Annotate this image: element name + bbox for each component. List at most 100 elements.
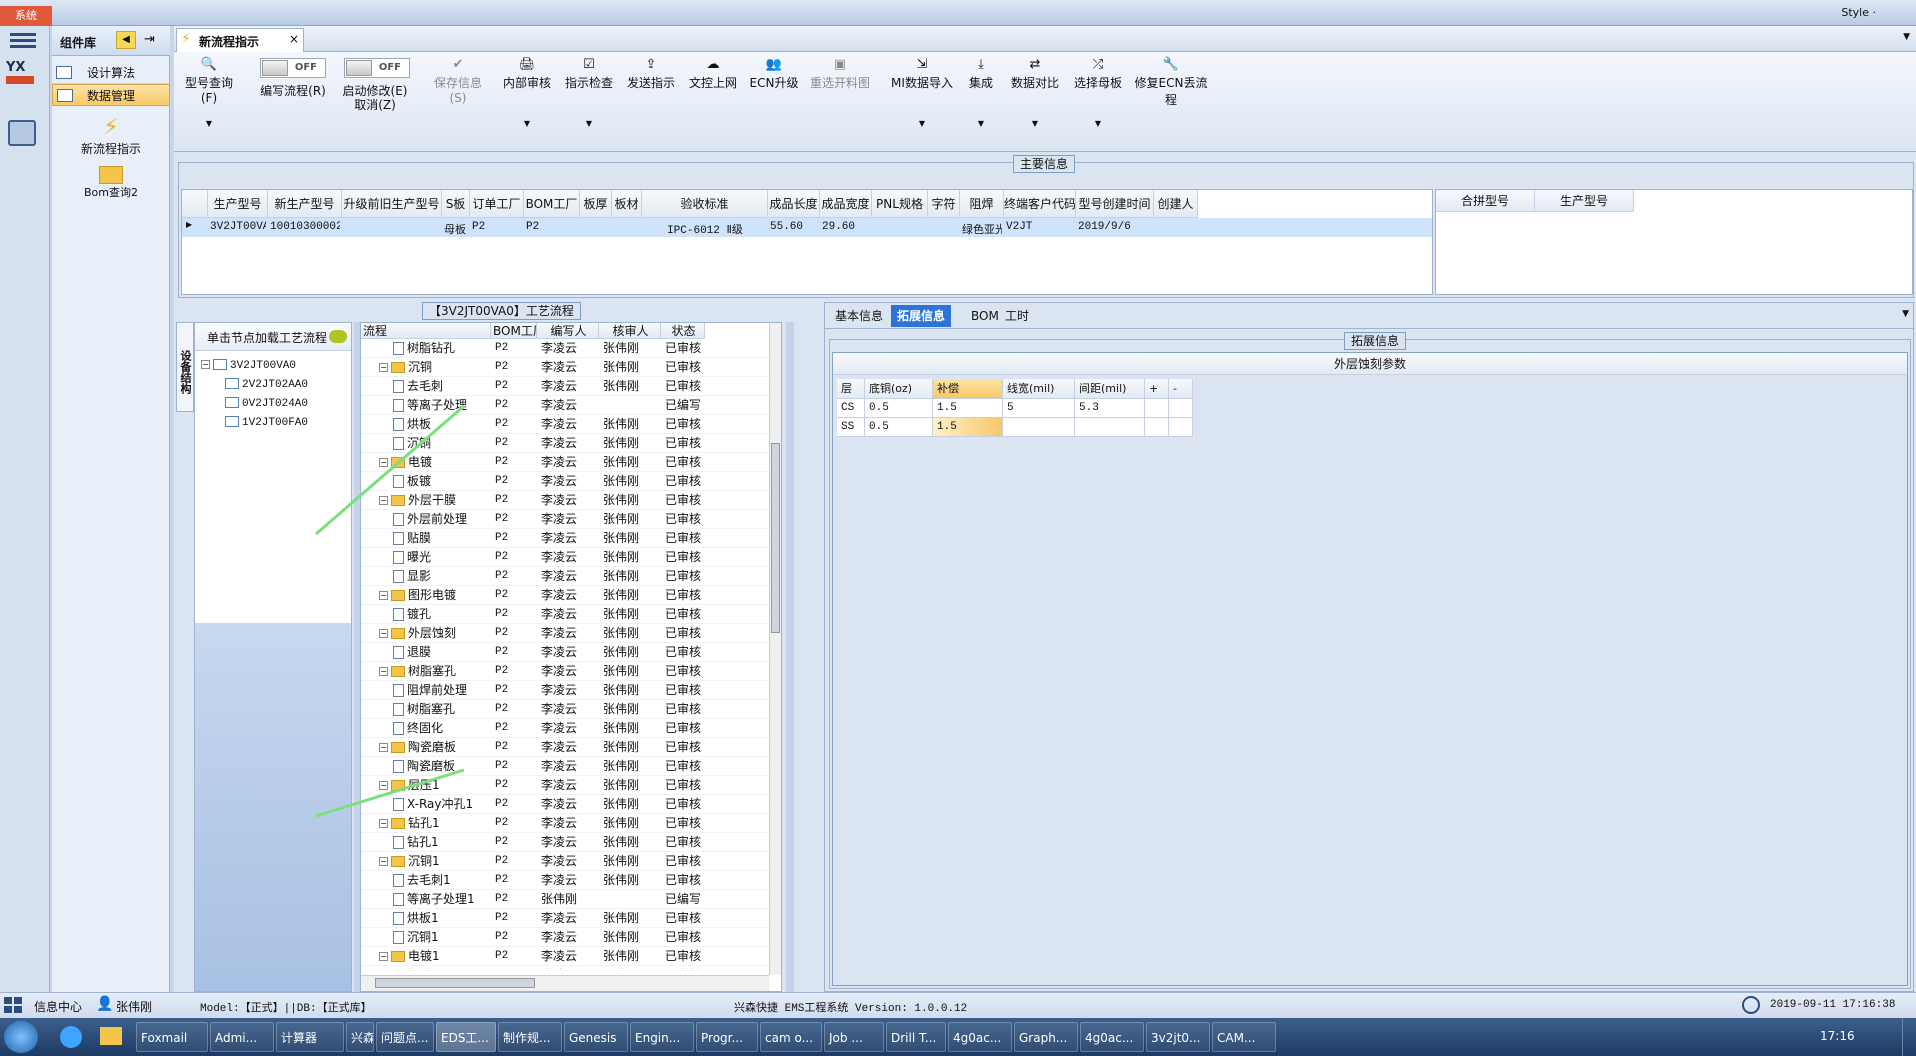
mi-data-import-button[interactable]: ⇲ MI数据导入 ▼ bbox=[890, 52, 954, 150]
table-row[interactable]: 树脂钻孔 P2 李凌云 张伟刚 已审核 bbox=[361, 339, 769, 358]
collapse-icon[interactable]: − bbox=[379, 363, 388, 372]
start-button-icon[interactable] bbox=[4, 1021, 38, 1053]
taskbar-app[interactable]: CAM... bbox=[1212, 1022, 1276, 1052]
column-header[interactable]: 编写人 bbox=[537, 323, 599, 339]
column-header[interactable]: 型号创建时间 bbox=[1076, 190, 1154, 218]
table-row[interactable]: 去毛刺1 P2 李凌云 张伟刚 已审核 bbox=[361, 871, 769, 890]
process-step[interactable]: − 树脂塞孔 bbox=[379, 662, 491, 681]
ecn-upgrade-button[interactable]: 👥 ECN升级 bbox=[748, 52, 800, 150]
taskbar-app[interactable]: cam o... bbox=[760, 1022, 822, 1052]
chevron-down-icon[interactable]: ▼ bbox=[1903, 32, 1910, 42]
toggle-switch[interactable]: OFF bbox=[344, 58, 410, 78]
login-arrow-icon[interactable]: ⇥ bbox=[144, 32, 155, 47]
taskbar-app[interactable]: 制作规... bbox=[498, 1022, 562, 1052]
show-desktop-button[interactable] bbox=[1902, 1018, 1916, 1056]
collapse-icon[interactable]: − bbox=[201, 360, 210, 369]
table-row[interactable]: 退膜 P2 李凌云 张伟刚 已审核 bbox=[361, 643, 769, 662]
tab-extended-info[interactable]: 拓展信息 bbox=[891, 305, 952, 327]
taskbar-app[interactable]: Genesis bbox=[564, 1022, 628, 1052]
process-step[interactable]: − 图形电镀 bbox=[379, 586, 491, 605]
table-row[interactable]: 终固化 P2 李凌云 张伟刚 已审核 bbox=[361, 719, 769, 738]
table-row[interactable]: − 图形电镀 P2 李凌云 张伟刚 已审核 bbox=[361, 586, 769, 605]
repair-ecn-process-button[interactable]: 🔧 修复ECN丢流程 bbox=[1130, 52, 1212, 150]
column-header[interactable]: 创建人 bbox=[1154, 190, 1198, 218]
column-header[interactable]: 成品长度 bbox=[768, 190, 820, 218]
style-menu[interactable]: Style · bbox=[1841, 6, 1876, 19]
table-row[interactable]: 阻焊前处理 P2 李凌云 张伟刚 已审核 bbox=[361, 681, 769, 700]
taskbar-app[interactable]: 3v2jt0... bbox=[1146, 1022, 1210, 1052]
process-step[interactable]: − 电镀1 bbox=[379, 947, 491, 966]
browser-icon[interactable] bbox=[60, 1026, 82, 1048]
table-cell[interactable]: 0.5 bbox=[865, 399, 933, 418]
table-row[interactable]: 烘板1 P2 李凌云 张伟刚 已审核 bbox=[361, 909, 769, 928]
column-header[interactable]: 核审人 bbox=[599, 323, 661, 339]
scrollbar-thumb[interactable] bbox=[375, 978, 535, 988]
table-row[interactable]: − 沉铜1 P2 李凌云 张伟刚 已审核 bbox=[361, 852, 769, 871]
table-row[interactable]: − 电镀1 P2 李凌云 张伟刚 已审核 bbox=[361, 947, 769, 966]
table-cell[interactable] bbox=[1145, 399, 1169, 418]
add-column-button[interactable]: + bbox=[1145, 379, 1169, 399]
process-step[interactable]: 去毛刺1 bbox=[393, 871, 491, 890]
table-row[interactable]: − 外层蚀刻 P2 李凌云 张伟刚 已审核 bbox=[361, 624, 769, 643]
collapse-icon[interactable]: − bbox=[379, 952, 388, 961]
table-row[interactable]: 镀孔 P2 李凌云 张伟刚 已审核 bbox=[361, 605, 769, 624]
column-header[interactable]: 终端客户代码 bbox=[1004, 190, 1076, 218]
table-cell[interactable]: 0.5 bbox=[865, 418, 933, 437]
collapse-icon[interactable]: − bbox=[379, 857, 388, 866]
table-cell[interactable]: 5.3 bbox=[1075, 399, 1145, 418]
grid-icon[interactable] bbox=[4, 997, 22, 1013]
process-step[interactable]: − 沉铜1 bbox=[379, 852, 491, 871]
column-header[interactable]: 层 bbox=[837, 379, 865, 399]
process-step[interactable]: 显影 bbox=[393, 567, 491, 586]
side-tab-device-structure[interactable]: 设备结构 bbox=[176, 322, 194, 412]
column-header[interactable]: 成品宽度 bbox=[820, 190, 872, 218]
column-header[interactable]: 验收标准 bbox=[642, 190, 768, 218]
table-cell[interactable] bbox=[1145, 418, 1169, 437]
integrate-button[interactable]: ⤓ 集成 ▼ bbox=[964, 52, 998, 150]
column-header[interactable]: 订单工厂 bbox=[470, 190, 524, 218]
taskbar-app[interactable]: Admi... bbox=[210, 1022, 274, 1052]
process-step[interactable]: 沉铜1 bbox=[393, 928, 491, 947]
folder-icon[interactable] bbox=[100, 1027, 122, 1045]
column-header[interactable]: 字符 bbox=[928, 190, 960, 218]
model-query-button[interactable]: 🔍 型号查询(F) ▼ bbox=[178, 52, 240, 150]
process-step[interactable]: 阻焊前处理 bbox=[393, 681, 491, 700]
table-row[interactable]: 曝光 P2 李凌云 张伟刚 已审核 bbox=[361, 548, 769, 567]
table-cell[interactable]: CS bbox=[837, 399, 865, 418]
table-row[interactable]: 钻孔1 P2 李凌云 张伟刚 已审核 bbox=[361, 833, 769, 852]
table-cell[interactable] bbox=[1075, 418, 1145, 437]
taskbar-app[interactable]: 计算器 bbox=[276, 1022, 344, 1052]
collapse-icon[interactable]: − bbox=[379, 591, 388, 600]
tree-node[interactable]: 0V2JT024A0 bbox=[225, 393, 308, 412]
table-row[interactable]: − 树脂塞孔 P2 李凌云 张伟刚 已审核 bbox=[361, 662, 769, 681]
start-modify-toggle[interactable]: OFF 启动修改(E) 取消(Z) bbox=[340, 52, 410, 150]
process-step[interactable]: − 沉铜 bbox=[379, 358, 491, 377]
doc-control-online-button[interactable]: ☁ 文控上网 bbox=[686, 52, 740, 150]
table-row[interactable]: 显影 P2 李凌云 张伟刚 已审核 bbox=[361, 567, 769, 586]
select-mother-board-button[interactable]: ⤮ 选择母板 ▼ bbox=[1070, 52, 1126, 150]
table-cell[interactable]: 1.5 bbox=[933, 418, 1003, 437]
column-header[interactable]: 间距(mil) bbox=[1075, 379, 1145, 399]
table-row[interactable]: 沉铜1 P2 李凌云 张伟刚 已审核 bbox=[361, 928, 769, 947]
taskbar-app[interactable]: 4g0ac... bbox=[948, 1022, 1012, 1052]
tree-node[interactable]: 1V2JT00FA0 bbox=[225, 412, 308, 431]
reselect-cutting-chart-button[interactable]: ▣ 重选开料图 bbox=[808, 52, 872, 150]
column-header[interactable]: 板材 bbox=[612, 190, 642, 218]
data-compare-button[interactable]: ⇄ 数据对比 ▼ bbox=[1006, 52, 1064, 150]
taskbar-app[interactable]: Progr... bbox=[696, 1022, 758, 1052]
send-instruction-button[interactable]: ⇪ 发送指示 bbox=[624, 52, 678, 150]
table-row[interactable]: ▶ 3V2JT00VA0 10010300002560 母板 P2 P2 IPC-6012 … bbox=[182, 218, 1432, 237]
scrollbar-thumb[interactable] bbox=[771, 443, 780, 633]
table-cell[interactable] bbox=[1169, 418, 1193, 437]
splitter[interactable] bbox=[786, 322, 794, 992]
process-step[interactable]: 钻孔1 bbox=[393, 833, 491, 852]
tree-node[interactable]: 2V2JT02AA0 bbox=[225, 374, 308, 393]
internal-review-button[interactable]: 🖨 内部审核 ▼ bbox=[500, 52, 554, 150]
tree-node[interactable]: − 3V2JT00VA0 bbox=[201, 355, 296, 374]
process-step[interactable]: 去毛刺 bbox=[393, 377, 491, 396]
table-row[interactable]: 树脂塞孔 P2 李凌云 张伟刚 已审核 bbox=[361, 700, 769, 719]
info-center-link[interactable]: 信息中心 bbox=[34, 998, 82, 1015]
taskbar-app[interactable]: Drill T... bbox=[886, 1022, 946, 1052]
tool-new-process[interactable]: ⚡ 新流程指示 bbox=[52, 116, 170, 162]
collapse-icon[interactable]: − bbox=[379, 667, 388, 676]
